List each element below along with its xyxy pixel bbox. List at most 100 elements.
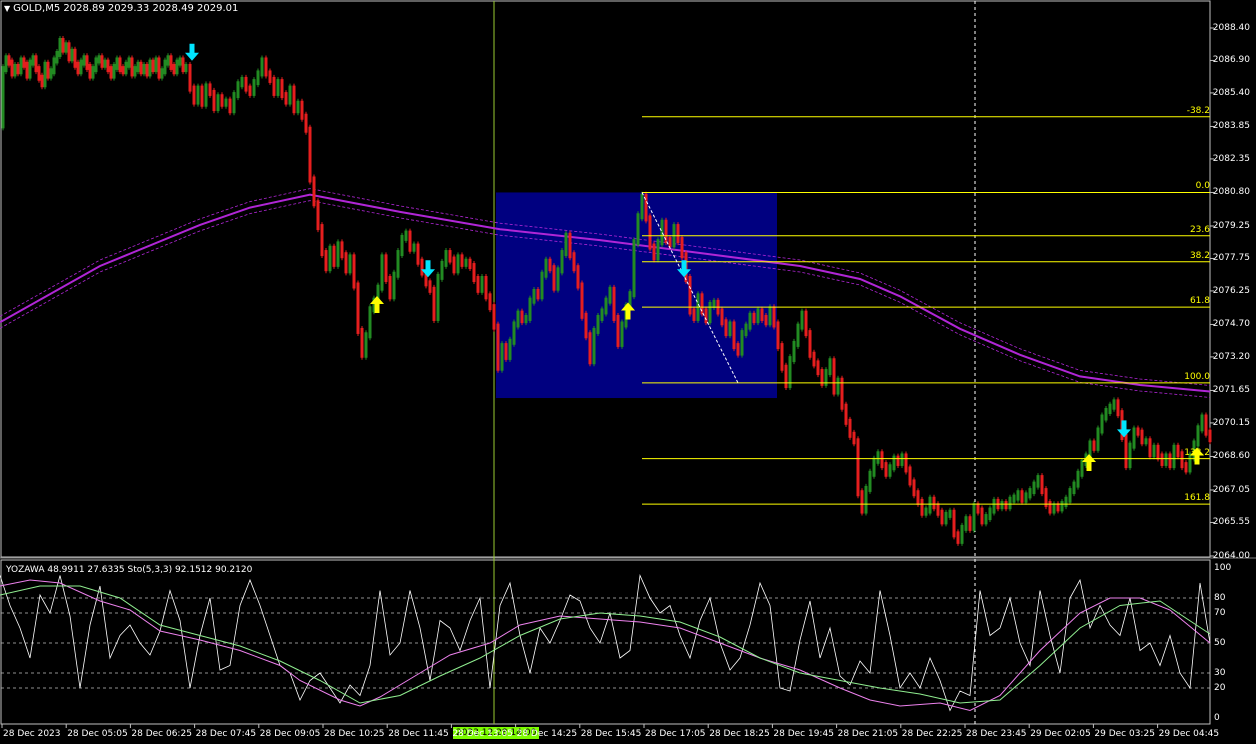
candle-body: [744, 323, 748, 337]
candle-body: [1144, 438, 1148, 445]
candle-body: [184, 63, 188, 73]
candle-body: [704, 308, 708, 324]
candle-body: [328, 245, 332, 272]
candle-body: [756, 308, 760, 324]
candle-body: [444, 250, 448, 267]
candle-body: [892, 455, 896, 471]
fib-level-label: 161.8: [1184, 493, 1210, 504]
indicator-axis-label: 30: [1214, 668, 1226, 678]
candle-body: [1208, 429, 1212, 443]
candle-body: [264, 57, 268, 77]
candle-body: [1000, 501, 1004, 510]
candle-body: [452, 256, 456, 274]
candle-body: [932, 496, 936, 510]
candle-body: [340, 241, 344, 259]
candle-body: [860, 490, 864, 514]
arrow-up-icon: [370, 295, 384, 313]
candle-body: [288, 85, 292, 105]
candle-body: [924, 507, 928, 516]
indicator-axis-label: 50: [1214, 638, 1226, 648]
chart-window[interactable]: ▼ GOLD,M5 2028.89 2029.33 2028.49 2029.01…: [0, 0, 1256, 744]
time-axis-label: 28 Dec 22:25: [901, 729, 963, 739]
candle-body: [284, 92, 288, 105]
chart-canvas[interactable]: [0, 0, 1256, 744]
candle-body: [88, 63, 92, 79]
fib-level-label: 61.8: [1189, 296, 1210, 307]
candle-body: [808, 330, 812, 358]
candle-body: [82, 55, 86, 66]
candle-body: [640, 193, 644, 220]
candle-body: [948, 509, 952, 518]
candle-body: [676, 224, 680, 244]
candle-body: [228, 98, 232, 114]
arrow-down-icon: [185, 43, 199, 61]
candle-body: [1176, 444, 1180, 458]
candle-body: [1160, 453, 1164, 466]
candle-body: [904, 453, 908, 473]
candle-body: [308, 126, 312, 183]
candle-body: [1068, 488, 1072, 503]
candle-body: [178, 57, 182, 66]
candle-body: [768, 306, 772, 326]
price-axis-label: 2064.00: [1212, 551, 1250, 561]
candle-body: [796, 323, 800, 347]
time-axis-label: 28 Dec 23:45: [966, 729, 1027, 739]
candle-body: [1060, 501, 1064, 512]
time-axis-label: 28 Dec 14:25: [516, 729, 578, 739]
candle-body: [804, 310, 808, 337]
candle-body: [248, 85, 252, 96]
candle-body: [596, 314, 600, 334]
candle-body: [109, 66, 113, 79]
candle-body: [94, 57, 98, 73]
candle-body: [1152, 444, 1156, 458]
candle-body: [636, 213, 640, 246]
candle-body: [500, 343, 504, 371]
price-axis-label: 2080.80: [1212, 187, 1250, 198]
candle-body: [612, 286, 616, 321]
time-axis-label: 29 Dec 03:25: [1094, 729, 1155, 739]
dropdown-triangle-icon[interactable]: ▼: [4, 4, 10, 13]
candle-body: [97, 55, 101, 64]
candle-body: [836, 377, 840, 395]
candle-body: [1, 66, 5, 129]
candle-body: [151, 59, 155, 73]
candle-body: [400, 234, 404, 257]
candle-body: [584, 312, 588, 339]
candle-body: [792, 340, 796, 363]
candle-body: [236, 81, 240, 99]
candle-body: [320, 224, 324, 257]
candle-body: [856, 438, 860, 497]
candle-body: [540, 271, 544, 300]
candle-body: [7, 55, 11, 66]
candle-body: [260, 57, 264, 77]
candle-body: [175, 59, 179, 75]
candle-body: [384, 254, 388, 283]
fib-level-label: 0.0: [1195, 181, 1210, 192]
candle-body: [1136, 427, 1140, 436]
candle-body: [1004, 501, 1008, 510]
candle-body: [740, 330, 744, 356]
candle-body: [360, 327, 364, 358]
candle-body: [436, 273, 440, 321]
candle-body: [560, 250, 564, 274]
candle-body: [1140, 429, 1144, 445]
symbol-header[interactable]: ▼ GOLD,M5 2028.89 2029.33 2028.49 2029.01: [4, 3, 238, 14]
candle-body: [448, 250, 452, 263]
candle-body: [832, 358, 836, 395]
candle-body: [484, 276, 488, 300]
candle-body: [348, 254, 352, 274]
candle-body: [952, 509, 956, 538]
candle-body: [868, 470, 872, 492]
fib-level-label: 38.2: [1189, 250, 1210, 261]
candle-body: [276, 79, 280, 96]
candle-body: [992, 498, 996, 514]
candle-body: [157, 57, 161, 79]
candle-body: [304, 113, 308, 133]
candle-body: [528, 297, 532, 321]
candle-body: [166, 55, 170, 66]
candle-body: [1016, 490, 1020, 501]
candle-body: [460, 254, 464, 267]
candle-body: [192, 85, 196, 105]
candle-body: [172, 63, 176, 75]
candle-body: [103, 59, 107, 68]
